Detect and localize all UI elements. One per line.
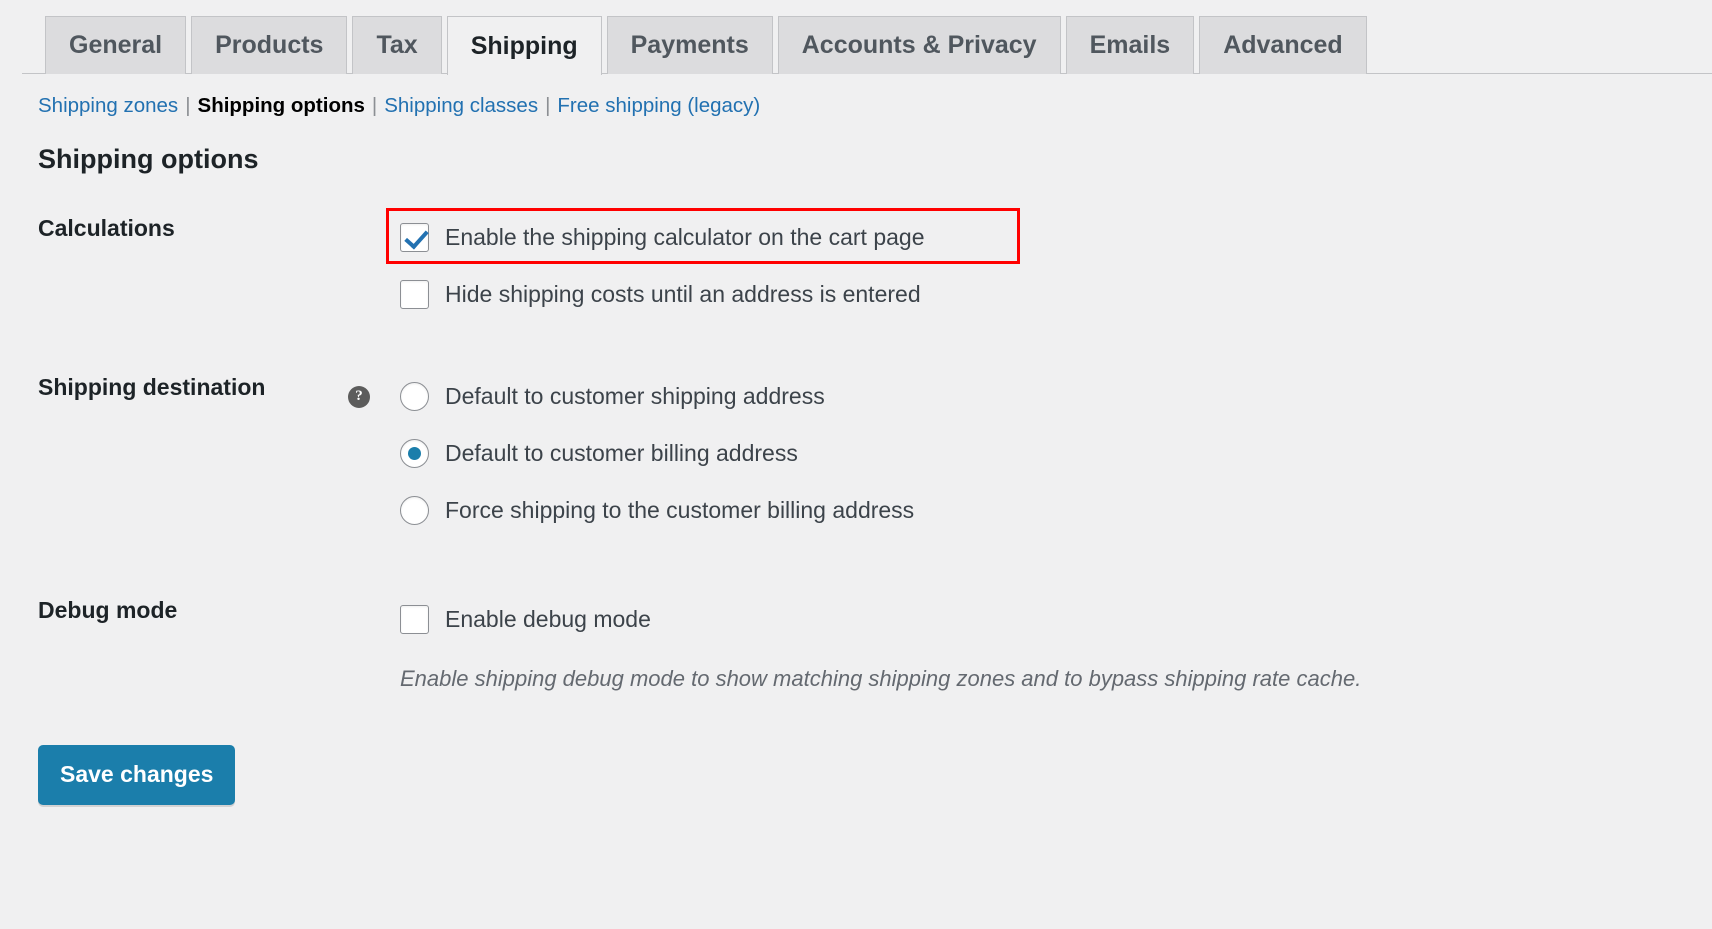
subnav-link-free-shipping-legacy[interactable]: Free shipping (legacy) <box>557 94 760 117</box>
shipping-options-form: Calculations Enable the shipping calcula… <box>0 207 1712 690</box>
subnav-separator: | <box>371 94 378 117</box>
label-enable-debug-mode[interactable]: Enable debug mode <box>445 608 651 631</box>
subnav-separator: | <box>545 94 551 117</box>
page-title: Shipping options <box>38 143 259 174</box>
field-default-billing-address[interactable]: Default to customer billing address <box>400 431 1712 477</box>
checkbox-hide-shipping-costs[interactable] <box>400 280 429 309</box>
settings-tab-bar: General Products Tax Shipping Payments A… <box>0 0 1712 75</box>
field-default-shipping-address[interactable]: ? Default to customer shipping address <box>348 374 1712 420</box>
row-fields-shipping-destination: ? Default to customer shipping address D… <box>348 374 1712 534</box>
field-enable-shipping-calculator[interactable]: Enable the shipping calculator on the ca… <box>386 207 1712 264</box>
row-label-calculations: Calculations <box>38 214 175 241</box>
row-debug-mode: Debug mode Enable debug mode Enable ship… <box>0 597 1712 690</box>
subnav-separator: | <box>185 94 191 117</box>
tab-tax[interactable]: Tax <box>352 16 442 74</box>
radio-default-billing-address[interactable] <box>400 439 429 468</box>
row-fields-calculations: Enable the shipping calculator on the ca… <box>386 207 1712 318</box>
label-default-billing-address[interactable]: Default to customer billing address <box>445 442 798 465</box>
tab-products[interactable]: Products <box>191 16 348 74</box>
tab-emails[interactable]: Emails <box>1065 16 1195 74</box>
row-label-shipping-destination: Shipping destination <box>38 373 266 400</box>
field-force-billing-address[interactable]: Force shipping to the customer billing a… <box>400 488 1712 534</box>
label-enable-shipping-calculator[interactable]: Enable the shipping calculator on the ca… <box>445 226 925 249</box>
label-default-shipping-address[interactable]: Default to customer shipping address <box>445 385 825 408</box>
description-debug-mode: Enable shipping debug mode to show match… <box>400 665 1362 691</box>
radio-force-billing-address[interactable] <box>400 496 429 525</box>
tab-general[interactable]: General <box>45 16 187 74</box>
subnav-current-shipping-options[interactable]: Shipping options <box>198 94 365 117</box>
tab-shipping[interactable]: Shipping <box>446 16 602 75</box>
label-force-billing-address[interactable]: Force shipping to the customer billing a… <box>445 499 914 522</box>
tab-payments[interactable]: Payments <box>606 16 773 74</box>
tab-accounts-privacy[interactable]: Accounts & Privacy <box>777 16 1061 74</box>
label-hide-shipping-costs[interactable]: Hide shipping costs until an address is … <box>445 283 921 306</box>
radio-default-shipping-address[interactable] <box>400 382 429 411</box>
save-changes-button[interactable]: Save changes <box>38 744 236 805</box>
tab-advanced[interactable]: Advanced <box>1199 16 1367 74</box>
subnav-link-shipping-classes[interactable]: Shipping classes <box>384 94 538 117</box>
checkbox-enable-shipping-calculator[interactable] <box>400 223 429 252</box>
field-hide-shipping-costs[interactable]: Hide shipping costs until an address is … <box>400 272 1712 318</box>
submit-area: Save changes <box>38 744 1712 805</box>
row-calculations: Calculations Enable the shipping calcula… <box>0 207 1712 318</box>
field-enable-debug-mode[interactable]: Enable debug mode <box>400 597 1712 643</box>
row-shipping-destination: Shipping destination ? Default to custom… <box>0 374 1712 534</box>
row-fields-debug-mode: Enable debug mode Enable shipping debug … <box>400 597 1712 690</box>
subnav-link-shipping-zones[interactable]: Shipping zones <box>38 94 178 117</box>
help-icon[interactable]: ? <box>348 385 370 408</box>
checkbox-enable-debug-mode[interactable] <box>400 605 429 634</box>
row-label-debug-mode: Debug mode <box>38 596 178 623</box>
shipping-subnav: Shipping zones | Shipping options | Shipping… <box>0 74 1712 117</box>
